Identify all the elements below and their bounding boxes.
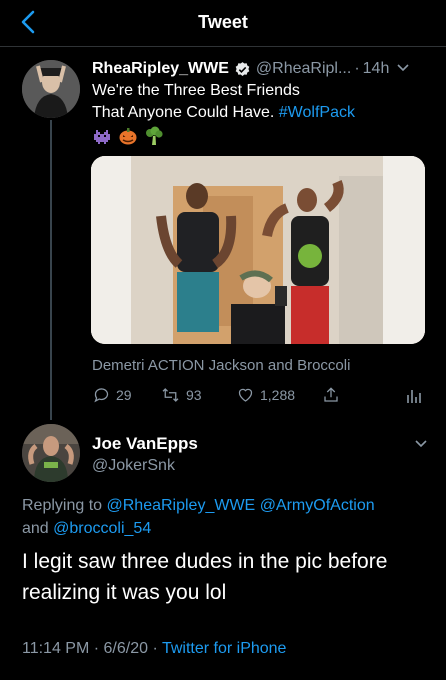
retweet-button[interactable]: 93	[160, 386, 236, 404]
broccoli-icon	[146, 126, 163, 145]
tweet-text-line2: That Anyone Could Have. #WolfPack	[92, 102, 422, 124]
reply-count: 29	[116, 387, 132, 403]
analytics-icon	[407, 390, 421, 403]
top-bar: Tweet	[0, 0, 446, 47]
reply-text: I legit saw three dudes in the pic befor…	[22, 550, 388, 604]
replying-and: and	[22, 520, 54, 537]
retweet-icon	[162, 388, 179, 402]
jack-o-lantern-icon	[119, 128, 137, 145]
heart-icon	[238, 388, 253, 402]
alien-monster-icon	[94, 130, 110, 144]
avatar[interactable]	[22, 60, 80, 118]
thread-connector-line	[50, 120, 52, 420]
separator-dot: ·	[354, 60, 360, 77]
media-caption: Demetri ACTION Jackson and Broccoli	[92, 357, 351, 374]
tweet-text-line1: We're the Three Best Friends	[92, 82, 300, 99]
tweet-actions-bar: 29 93 1,288	[92, 383, 422, 407]
emoji-row	[92, 126, 164, 146]
tweet-time: 14h	[362, 60, 390, 77]
share-button[interactable]	[322, 386, 392, 404]
tweet-text: We're the Three Best Friends That Anyone…	[92, 80, 422, 124]
reply-author-name[interactable]: Joe VanEpps	[92, 434, 198, 454]
like-count: 1,288	[260, 387, 296, 403]
like-button[interactable]: 1,288	[236, 386, 322, 404]
share-icon	[324, 387, 338, 402]
hashtag-link[interactable]: #WolfPack	[279, 104, 355, 121]
mention-link[interactable]: @RheaRipley_WWE	[107, 497, 256, 514]
replying-prefix: Replying to	[22, 497, 107, 514]
photo-three-friends	[91, 156, 425, 344]
separator-dot: ·	[152, 640, 158, 657]
retweet-count: 93	[186, 387, 202, 403]
mention-link[interactable]: @broccoli_54	[53, 520, 151, 537]
author-name[interactable]: RheaRipley_WWE	[92, 60, 229, 78]
tweet-author-line: RheaRipley_WWE @RheaRipl... · 14h	[92, 58, 428, 80]
reply-button[interactable]: 29	[92, 386, 160, 404]
reply-icon	[94, 388, 109, 403]
reply-date: 6/6/20	[103, 640, 149, 657]
chevron-down-icon[interactable]	[396, 60, 410, 78]
verified-badge-icon	[234, 61, 251, 78]
tweet-text-plain: That Anyone Could Have.	[92, 104, 279, 121]
mention-link[interactable]: @ArmyOfAction	[260, 497, 375, 514]
reply-time: 11:14 PM	[22, 640, 90, 657]
chevron-down-icon[interactable]	[414, 436, 428, 454]
avatar-photo	[22, 60, 80, 118]
page-title: Tweet	[198, 12, 248, 32]
reply-timestamp-line: 11:14 PM · 6/6/20 · Twitter for iPhone	[22, 640, 286, 658]
author-handle[interactable]: @RheaRipl...	[256, 60, 351, 78]
separator-dot: ·	[93, 640, 100, 657]
analytics-button[interactable]	[406, 386, 422, 404]
tweet-source-link[interactable]: Twitter for iPhone	[162, 640, 287, 657]
replying-to-line: Replying to @RheaRipley_WWE @ArmyOfActio…	[22, 494, 426, 540]
tweet-media-image[interactable]	[91, 156, 425, 344]
avatar-photo	[22, 424, 80, 482]
reply-author-handle[interactable]: @JokerSnk	[92, 457, 175, 475]
avatar[interactable]	[22, 424, 80, 482]
